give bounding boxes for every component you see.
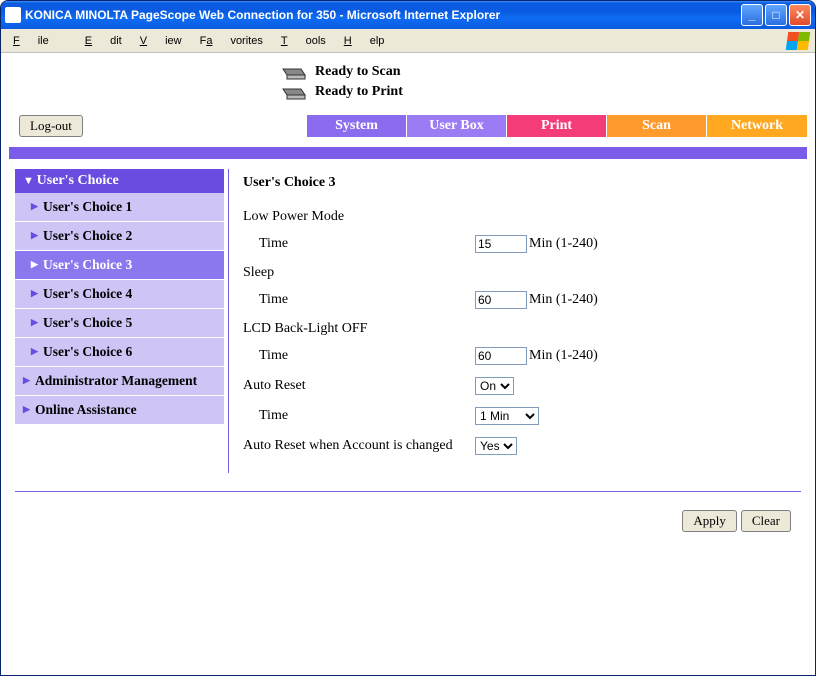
sidebar-item-online[interactable]: Online Assistance xyxy=(15,396,224,425)
logout-button[interactable]: Log-out xyxy=(19,115,83,137)
status-scan: Ready to Scan xyxy=(315,64,401,80)
window-title: KONICA MINOLTA PageScope Web Connection … xyxy=(25,8,741,22)
low-power-time-label: Time xyxy=(243,236,475,252)
auto-reset-label: Auto Reset xyxy=(243,378,475,394)
sleep-label: Sleep xyxy=(243,265,793,281)
apply-button[interactable]: Apply xyxy=(682,510,737,532)
topbar: Log-out System User Box Print Scan Netwo… xyxy=(9,115,807,137)
tab-network[interactable]: Network xyxy=(707,115,807,137)
page-content: Ready to Scan Ready to Print Log-out Sys… xyxy=(1,53,815,675)
app-window: KONICA MINOLTA PageScope Web Connection … xyxy=(0,0,816,676)
status-print: Ready to Print xyxy=(315,84,403,100)
auto-reset-time-select[interactable]: 1 Min xyxy=(475,407,539,425)
low-power-label: Low Power Mode xyxy=(243,209,793,225)
menu-edit[interactable]: Edit xyxy=(85,35,122,47)
minimize-button[interactable]: _ xyxy=(741,4,763,26)
sidebar-item-choice2[interactable]: User's Choice 2 xyxy=(15,222,224,251)
maximize-button[interactable]: □ xyxy=(765,4,787,26)
titlebar: KONICA MINOLTA PageScope Web Connection … xyxy=(1,1,815,29)
tab-scan[interactable]: Scan xyxy=(607,115,707,137)
sleep-time-suffix: Min (1-240) xyxy=(529,292,598,308)
nav-tabs: System User Box Print Scan Network xyxy=(307,115,807,137)
windows-flag-icon xyxy=(786,32,811,50)
accent-bar xyxy=(9,147,807,159)
low-power-time-suffix: Min (1-240) xyxy=(529,236,598,252)
sidebar-item-choice6[interactable]: User's Choice 6 xyxy=(15,338,224,367)
sidebar-item-choice5[interactable]: User's Choice 5 xyxy=(15,309,224,338)
menu-help[interactable]: Help xyxy=(344,35,385,47)
lcd-time-label: Time xyxy=(243,348,475,364)
main-layout: User's Choice User's Choice 1 User's Cho… xyxy=(9,169,807,473)
tab-print[interactable]: Print xyxy=(507,115,607,137)
tab-system[interactable]: System xyxy=(307,115,407,137)
auto-reset-time-label: Time xyxy=(243,408,475,424)
menubar: File Edit View Favorites Tools Help xyxy=(1,29,815,53)
sidebar-header-users-choice[interactable]: User's Choice xyxy=(15,169,224,193)
status-block: Ready to Scan Ready to Print xyxy=(281,63,807,101)
low-power-time-input[interactable] xyxy=(475,235,527,253)
lcd-label: LCD Back-Light OFF xyxy=(243,321,793,337)
panel-title: User's Choice 3 xyxy=(243,175,793,191)
divider xyxy=(15,491,801,492)
sidebar-item-choice3[interactable]: User's Choice 3 xyxy=(15,251,224,280)
settings-panel: User's Choice 3 Low Power Mode Time Min … xyxy=(229,169,807,473)
sidebar-item-admin[interactable]: Administrator Management xyxy=(15,367,224,396)
sidebar: User's Choice User's Choice 1 User's Cho… xyxy=(9,169,229,473)
acct-reset-label: Auto Reset when Account is changed xyxy=(243,438,475,454)
tab-userbox[interactable]: User Box xyxy=(407,115,507,137)
lcd-time-input[interactable] xyxy=(475,347,527,365)
scanner-icon xyxy=(281,63,307,81)
auto-reset-select[interactable]: On xyxy=(475,377,514,395)
printer-icon xyxy=(281,83,307,101)
sidebar-item-choice4[interactable]: User's Choice 4 xyxy=(15,280,224,309)
sleep-time-input[interactable] xyxy=(475,291,527,309)
menu-file[interactable]: File xyxy=(13,35,67,47)
menu-favorites[interactable]: Favorites xyxy=(200,35,263,47)
app-icon xyxy=(5,7,21,23)
window-controls: _ □ ✕ xyxy=(741,4,811,26)
bottom-buttons: Apply Clear xyxy=(9,510,791,532)
menu-tools[interactable]: Tools xyxy=(281,35,326,47)
clear-button[interactable]: Clear xyxy=(741,510,791,532)
sleep-time-label: Time xyxy=(243,292,475,308)
close-button[interactable]: ✕ xyxy=(789,4,811,26)
acct-reset-select[interactable]: Yes xyxy=(475,437,517,455)
menu-view[interactable]: View xyxy=(140,35,182,47)
lcd-time-suffix: Min (1-240) xyxy=(529,348,598,364)
sidebar-item-choice1[interactable]: User's Choice 1 xyxy=(15,193,224,222)
